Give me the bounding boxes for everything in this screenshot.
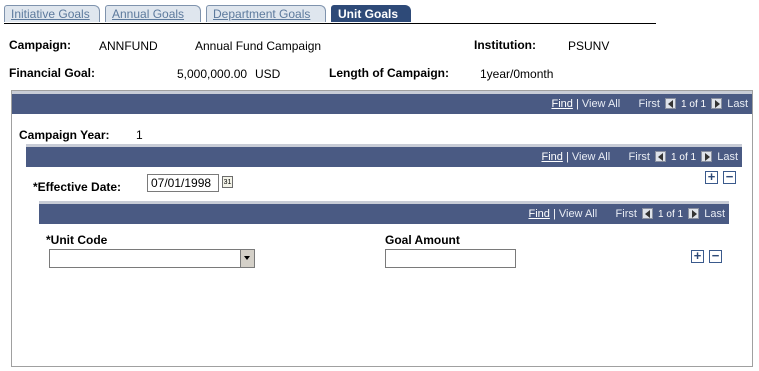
length-of-campaign-label: Length of Campaign: xyxy=(329,66,449,80)
campaign-year-nav-bar: Find | View All First 1 of 1 Last xyxy=(12,94,752,114)
campaign-name: Annual Fund Campaign xyxy=(195,39,322,53)
find-link[interactable]: Find xyxy=(528,208,549,220)
add-row-icon[interactable]: + xyxy=(705,170,718,184)
tab-annual-goals[interactable]: Annual Goals xyxy=(105,5,201,22)
first-label: First xyxy=(615,208,637,220)
find-link[interactable]: Find xyxy=(541,151,562,163)
effective-date-nav-bar: Find | View All First 1 of 1 Last xyxy=(26,147,742,167)
chevron-down-icon[interactable] xyxy=(240,250,254,267)
separator: | xyxy=(565,151,569,163)
campaign-label: Campaign: xyxy=(9,38,72,52)
length-of-campaign-value: 1year/0month xyxy=(480,67,554,81)
next-arrow-icon[interactable] xyxy=(701,151,713,162)
first-label: First xyxy=(638,98,660,110)
previous-arrow-icon[interactable] xyxy=(654,151,666,162)
delete-row-icon[interactable]: − xyxy=(709,249,722,263)
campaign-year-value: 1 xyxy=(136,128,143,142)
nav-controls: Find | View All First 1 of 1 Last xyxy=(528,208,725,220)
currency-code: USD xyxy=(255,67,281,81)
next-arrow-icon[interactable] xyxy=(688,208,700,219)
first-label: First xyxy=(628,151,650,163)
calendar-icon[interactable]: 31 xyxy=(222,176,233,188)
goal-amount-input[interactable] xyxy=(385,249,516,268)
goal-amount-label: Goal Amount xyxy=(385,233,460,247)
separator: | xyxy=(575,98,579,110)
effective-date-label: *Effective Date: xyxy=(33,180,122,194)
view-all-link[interactable]: View All xyxy=(572,151,610,163)
next-arrow-icon[interactable] xyxy=(711,98,723,109)
find-link[interactable]: Find xyxy=(551,98,572,110)
institution-label: Institution: xyxy=(474,38,536,52)
tab-unit-goals[interactable]: Unit Goals xyxy=(331,5,411,22)
last-label: Last xyxy=(727,98,748,110)
last-label: Last xyxy=(717,151,738,163)
last-label: Last xyxy=(704,208,725,220)
campaign-year-label: Campaign Year: xyxy=(19,128,110,142)
unit-goals-nav-bar: Find | View All First 1 of 1 Last xyxy=(39,204,729,224)
financial-goal-value: 5,000,000.00 xyxy=(177,67,248,81)
tab-strip: Initiative Goals Annual Goals Department… xyxy=(4,5,656,24)
effective-date-input[interactable]: 07/01/1998 xyxy=(147,174,219,192)
previous-arrow-icon[interactable] xyxy=(664,98,676,109)
view-all-link[interactable]: View All xyxy=(582,98,620,110)
separator: | xyxy=(552,208,556,220)
row-counter: 1 of 1 xyxy=(658,209,684,220)
row-counter: 1 of 1 xyxy=(671,152,697,163)
view-all-link[interactable]: View All xyxy=(559,208,597,220)
tab-initiative-goals[interactable]: Initiative Goals xyxy=(4,5,100,22)
campaign-code: ANNFUND xyxy=(99,39,158,53)
row-counter: 1 of 1 xyxy=(681,99,707,110)
unit-code-select[interactable] xyxy=(49,249,255,268)
add-row-icon[interactable]: + xyxy=(691,249,704,263)
tab-department-goals[interactable]: Department Goals xyxy=(206,5,326,22)
delete-row-icon[interactable]: − xyxy=(723,170,736,184)
nav-controls: Find | View All First 1 of 1 Last xyxy=(541,151,738,163)
effective-date-scroll-area xyxy=(26,144,742,350)
institution-value: PSUNV xyxy=(568,39,610,53)
nav-controls: Find | View All First 1 of 1 Last xyxy=(551,98,748,110)
previous-arrow-icon[interactable] xyxy=(641,208,653,219)
unit-code-label: *Unit Code xyxy=(46,233,108,247)
financial-goal-label: Financial Goal: xyxy=(9,66,96,80)
